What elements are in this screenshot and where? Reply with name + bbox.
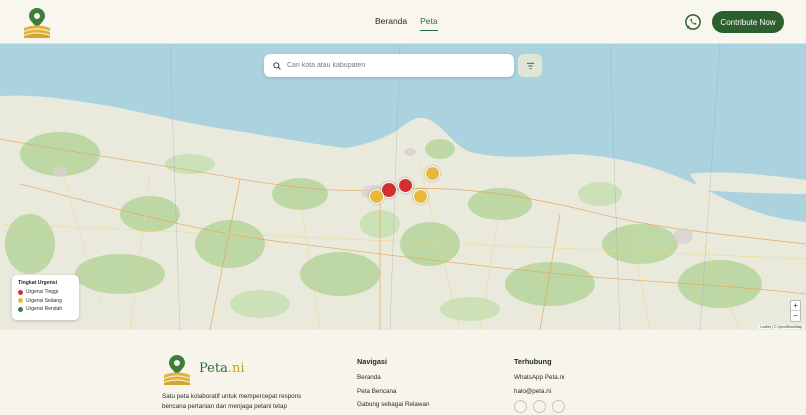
- filter-icon: [526, 62, 534, 69]
- legend-label-medium: Urgensi Sedang: [26, 297, 62, 304]
- legend-item-low: Urgensi Rendah: [18, 306, 73, 312]
- footer-contact-column: Terhubung WhatsApp Peta.ni halo@peta.ni: [514, 357, 564, 401]
- footer: Peta.ni Satu peta kolaboratif untuk memp…: [0, 330, 806, 413]
- contribute-now-button[interactable]: Contribute Now: [712, 11, 784, 33]
- top-navbar: Beranda Peta Contribute Now: [0, 0, 806, 44]
- peta-logo-icon[interactable]: [22, 6, 52, 38]
- search-input[interactable]: [287, 62, 497, 69]
- urgency-legend: Tingkat Urgensi Urgensi Tinggi Urgensi S…: [12, 275, 79, 320]
- legend-swatch-high: [18, 289, 23, 295]
- whatsapp-icon[interactable]: [684, 13, 702, 31]
- marker-urgent-medium[interactable]: [413, 189, 428, 204]
- legend-label-low: Urgensi Rendah: [26, 306, 63, 312]
- zoom-control: + −: [790, 300, 801, 322]
- footer-brand: Peta.ni: [199, 361, 245, 376]
- footer-link-email[interactable]: halo@peta.ni: [514, 388, 564, 395]
- legend-title: Tingkat Urgensi: [18, 280, 58, 286]
- marker-urgent-medium[interactable]: [425, 166, 440, 181]
- nav-link-peta[interactable]: Peta: [420, 16, 438, 31]
- legend-item-medium: Urgensi Sedang: [18, 298, 73, 304]
- map-attribution[interactable]: Leaflet | © OpenStreetMap: [758, 325, 804, 329]
- footer-tagline: Satu peta kolaboratif untuk mempercepat …: [162, 393, 302, 410]
- footer-link-whatsapp[interactable]: WhatsApp Peta.ni: [514, 374, 564, 381]
- marker-urgent-medium[interactable]: [369, 189, 384, 204]
- search-icon: [273, 61, 281, 70]
- brand-suffix: .ni: [227, 361, 245, 376]
- zoom-in-button[interactable]: +: [791, 301, 800, 311]
- brand-name: Peta: [199, 361, 228, 376]
- city-search-bar[interactable]: [264, 54, 514, 77]
- main-nav: Beranda Peta: [375, 16, 438, 31]
- legend-label-high: Urgensi Tinggi: [26, 289, 58, 295]
- filter-button[interactable]: [518, 54, 542, 77]
- footer-nav-column: Navigasi Beranda Peta Bencana Gabung seb…: [357, 357, 429, 415]
- zoom-out-button[interactable]: −: [791, 311, 800, 321]
- legend-item-high: Urgensi Tinggi: [18, 289, 73, 295]
- marker-urgent-high[interactable]: [398, 178, 413, 193]
- footer-link-peta-bencana[interactable]: Peta Bencana: [357, 388, 429, 395]
- footer-link-beranda[interactable]: Beranda: [357, 374, 429, 381]
- legend-swatch-low: [18, 306, 23, 312]
- peta-logo-icon: [164, 355, 190, 385]
- legend-swatch-medium: [18, 298, 23, 303]
- footer-nav-title: Navigasi: [357, 357, 388, 366]
- nav-link-beranda[interactable]: Beranda: [375, 16, 407, 31]
- footer-contact-title: Terhubung: [514, 357, 552, 366]
- disaster-map[interactable]: Tingkat Urgensi Urgensi Tinggi Urgensi S…: [0, 44, 806, 330]
